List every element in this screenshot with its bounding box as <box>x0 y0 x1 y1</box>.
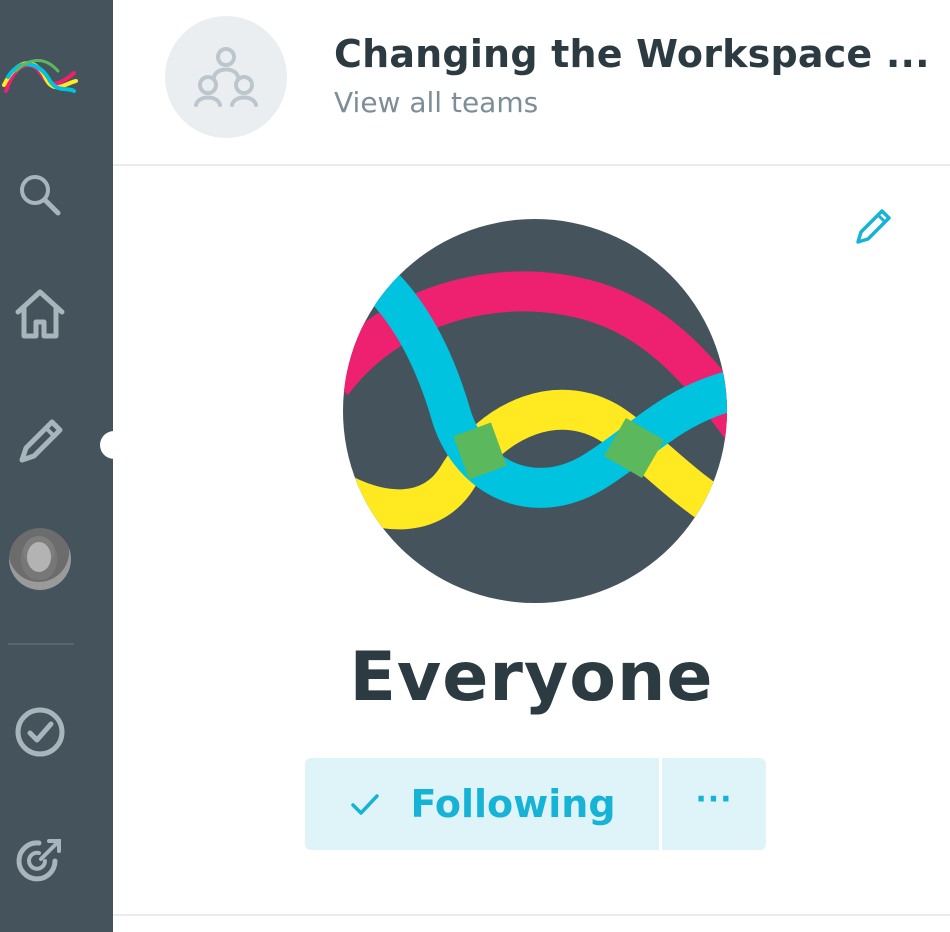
check-icon <box>351 794 380 815</box>
view-all-teams-link[interactable]: View all teams <box>334 86 538 119</box>
following-button[interactable]: Following <box>305 758 659 850</box>
search-icon[interactable] <box>0 165 80 225</box>
more-options-button[interactable]: ··· <box>662 758 766 850</box>
team-title: Changing the Workspace ... <box>334 32 930 76</box>
pencil-icon[interactable] <box>0 410 80 474</box>
team-group-icon <box>194 47 258 107</box>
team-name: Everyone <box>349 638 714 717</box>
avatar-button[interactable] <box>0 527 80 591</box>
sidebar-active-notch <box>100 431 128 459</box>
more-options-icon: ··· <box>695 781 733 817</box>
target-icon[interactable] <box>0 828 80 892</box>
team-avatar <box>165 16 287 138</box>
team-header: Changing the Workspace ... View all team… <box>113 0 950 166</box>
app-logo-icon[interactable] <box>0 44 80 104</box>
home-icon[interactable] <box>0 282 80 346</box>
avatar <box>9 528 71 590</box>
following-label: Following <box>410 782 616 826</box>
checkmark-circle-icon[interactable] <box>0 700 80 764</box>
sidebar-divider <box>8 643 74 645</box>
edit-icon[interactable] <box>852 204 896 248</box>
team-logo <box>342 218 728 604</box>
sidebar <box>0 0 113 932</box>
section-divider <box>113 914 950 916</box>
